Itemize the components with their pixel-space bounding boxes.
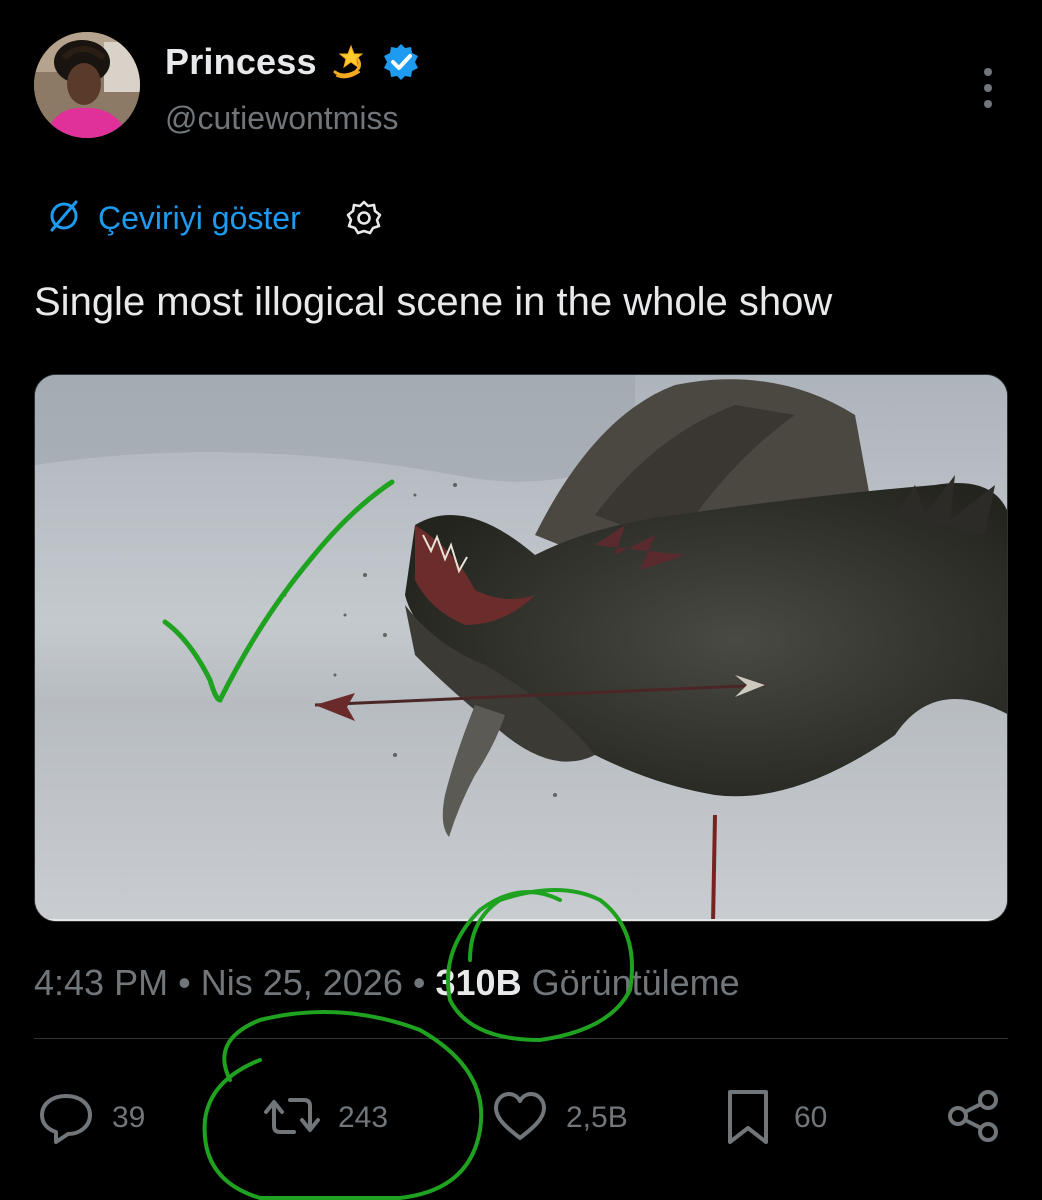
repost-icon xyxy=(262,1086,322,1151)
more-options-button[interactable] xyxy=(970,68,1006,108)
author-display-name[interactable]: Princess xyxy=(165,41,317,83)
tweet-meta: 4:43 PM • Nis 25, 2026 • 310B Görüntülem… xyxy=(34,958,740,1008)
show-translation-link[interactable]: Çeviriyi göster xyxy=(98,200,301,237)
share-button[interactable] xyxy=(944,1088,1004,1148)
tweet-time[interactable]: 4:43 PM xyxy=(34,962,168,1003)
more-dot xyxy=(984,100,992,108)
avatar[interactable] xyxy=(34,32,140,138)
meta-separator: • xyxy=(412,962,426,1003)
reply-icon xyxy=(36,1086,96,1151)
translate-icon xyxy=(44,196,84,241)
author-name-row[interactable]: Princess xyxy=(165,40,421,84)
dizzy-star-icon xyxy=(329,42,369,82)
more-dot xyxy=(984,68,992,76)
repost-count: 243 xyxy=(338,1101,389,1134)
meta-separator: • xyxy=(178,962,191,1003)
divider xyxy=(34,1038,1008,1039)
share-icon xyxy=(944,1086,1004,1151)
gear-icon[interactable] xyxy=(343,197,385,239)
reply-count: 39 xyxy=(112,1101,146,1134)
reply-button[interactable]: 39 xyxy=(36,1088,145,1148)
translate-row: Çeviriyi göster xyxy=(44,196,385,240)
like-count: 2,5B xyxy=(566,1101,628,1134)
views-label: Görüntüleme xyxy=(531,962,740,1003)
tweet-detail-view: Princess @cutiewontmiss Çeviriyi göster … xyxy=(0,0,1042,1200)
bookmark-icon xyxy=(718,1086,778,1151)
author-handle[interactable]: @cutiewontmiss xyxy=(165,100,398,137)
views-count[interactable]: 310B xyxy=(436,962,522,1003)
bookmark-button[interactable]: 60 xyxy=(718,1088,827,1148)
bookmark-count: 60 xyxy=(794,1101,828,1134)
repost-button[interactable]: 243 xyxy=(262,1088,388,1148)
tweet-text: Single most illogical scene in the whole… xyxy=(34,280,833,324)
tweet-date[interactable]: Nis 25, 2026 xyxy=(201,962,403,1003)
like-button[interactable]: 2,5B xyxy=(490,1088,628,1148)
verified-badge-icon[interactable] xyxy=(381,42,421,82)
more-dot xyxy=(984,84,992,92)
tweet-media-image[interactable] xyxy=(34,374,1008,922)
heart-icon xyxy=(490,1086,550,1151)
